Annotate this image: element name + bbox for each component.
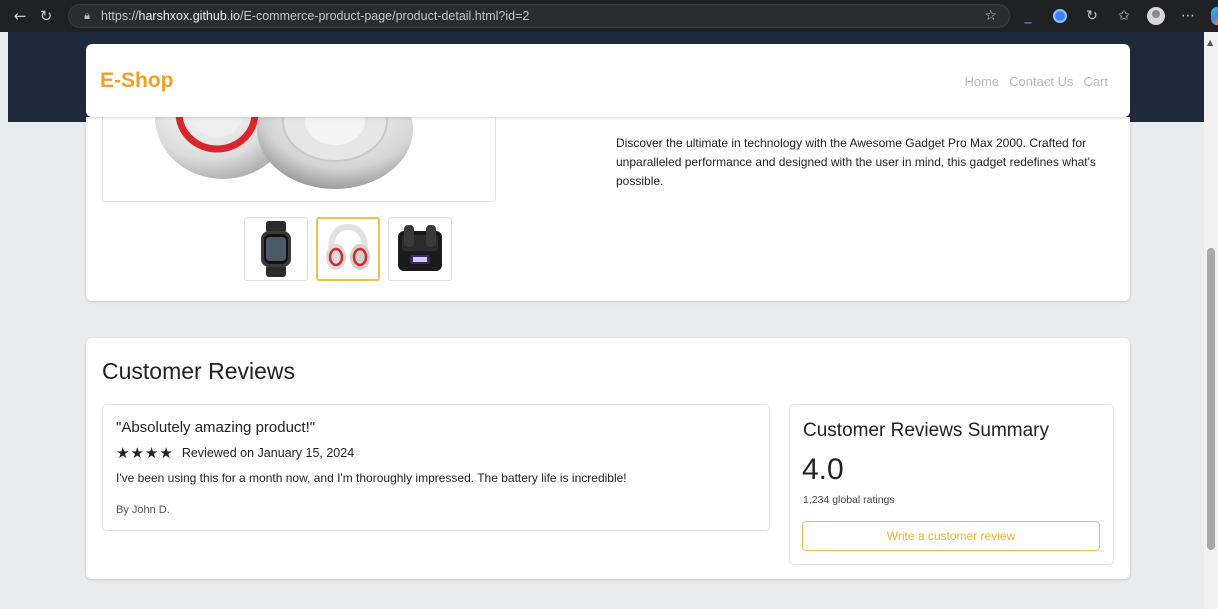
star-icon: ★ bbox=[144, 444, 159, 462]
refresh-extension-icon[interactable]: ↻ bbox=[1082, 6, 1102, 26]
address-bar[interactable]: 🔒︎ https://harshxox.github.io/E-commerce… bbox=[68, 4, 1010, 28]
review-meta: ★ ★ ★ ★ Reviewed on January 15, 2024 bbox=[116, 445, 354, 461]
page-scrollbar[interactable]: ▲ bbox=[1204, 32, 1218, 609]
nav-link-contact[interactable]: Contact Us bbox=[1009, 74, 1073, 89]
profile-avatar-icon[interactable] bbox=[1146, 6, 1166, 26]
nav-links: Home Contact Us Cart bbox=[964, 74, 1108, 89]
star-icon: ★ bbox=[159, 444, 173, 462]
product-card: Discover the ultimate in technology with… bbox=[86, 107, 1130, 301]
ratings-count: 1,234 global ratings bbox=[803, 494, 895, 506]
lock-icon[interactable]: 🔒︎ bbox=[79, 8, 95, 24]
product-thumbnails bbox=[244, 217, 452, 281]
review-body: I've been using this for a month now, an… bbox=[116, 471, 627, 485]
favorites-icon[interactable]: ✩ bbox=[1114, 6, 1134, 26]
star-icon: ★ bbox=[130, 444, 144, 462]
headphones-thumb-icon bbox=[326, 223, 370, 270]
review-headline: "Absolutely amazing product!" bbox=[116, 419, 316, 436]
review-author: By John D. bbox=[116, 504, 170, 516]
headphones-image bbox=[155, 107, 413, 189]
scroll-up-arrow-icon[interactable]: ▲ bbox=[1207, 38, 1213, 47]
summary-title: Customer Reviews Summary bbox=[803, 420, 1049, 441]
browser-toolbar: ← ↻ 🔒︎ https://harshxox.github.io/E-comm… bbox=[0, 0, 1218, 32]
earbuds-icon bbox=[398, 225, 442, 271]
brand-logo[interactable]: E-Shop bbox=[100, 69, 174, 93]
favorite-star-icon[interactable]: ☆ bbox=[984, 8, 997, 24]
main-product-image bbox=[102, 107, 496, 202]
reviews-summary: Customer Reviews Summary 4.0 1,234 globa… bbox=[789, 404, 1114, 565]
extension-dash-icon[interactable]: _ bbox=[1018, 6, 1038, 26]
reviews-card: Customer Reviews "Absolutely amazing pro… bbox=[86, 338, 1130, 579]
navbar: E-Shop Home Contact Us Cart bbox=[86, 44, 1130, 117]
review-star-rating: ★ ★ ★ ★ bbox=[116, 445, 173, 461]
page-viewport: Discover the ultimate in technology with… bbox=[8, 32, 1204, 609]
average-rating: 4.0 bbox=[802, 453, 844, 486]
star-icon: ★ bbox=[116, 444, 130, 462]
scrollbar-thumb[interactable] bbox=[1207, 248, 1215, 550]
refresh-icon[interactable]: ↻ bbox=[35, 5, 57, 27]
thumbnail-earbuds[interactable] bbox=[388, 217, 452, 281]
extension-blue-icon[interactable] bbox=[1050, 6, 1070, 26]
watch-icon bbox=[261, 221, 291, 277]
reviews-title: Customer Reviews bbox=[102, 358, 295, 384]
back-arrow-icon[interactable]: ← bbox=[9, 5, 31, 27]
review-date: Reviewed on January 15, 2024 bbox=[181, 446, 355, 460]
thumbnail-watch[interactable] bbox=[244, 217, 308, 281]
nav-link-cart[interactable]: Cart bbox=[1083, 74, 1108, 89]
copilot-icon[interactable] bbox=[1210, 6, 1218, 26]
thumbnail-headphones[interactable] bbox=[316, 217, 380, 281]
product-description: Discover the ultimate in technology with… bbox=[616, 136, 1096, 188]
write-review-button[interactable]: Write a customer review bbox=[802, 521, 1100, 551]
nav-link-home[interactable]: Home bbox=[964, 74, 999, 89]
more-menu-icon[interactable]: ⋯ bbox=[1178, 6, 1198, 26]
url-text[interactable]: https://harshxox.github.io/E-commerce-pr… bbox=[101, 9, 529, 23]
review-item: "Absolutely amazing product!" ★ ★ ★ ★ Re… bbox=[102, 404, 770, 531]
